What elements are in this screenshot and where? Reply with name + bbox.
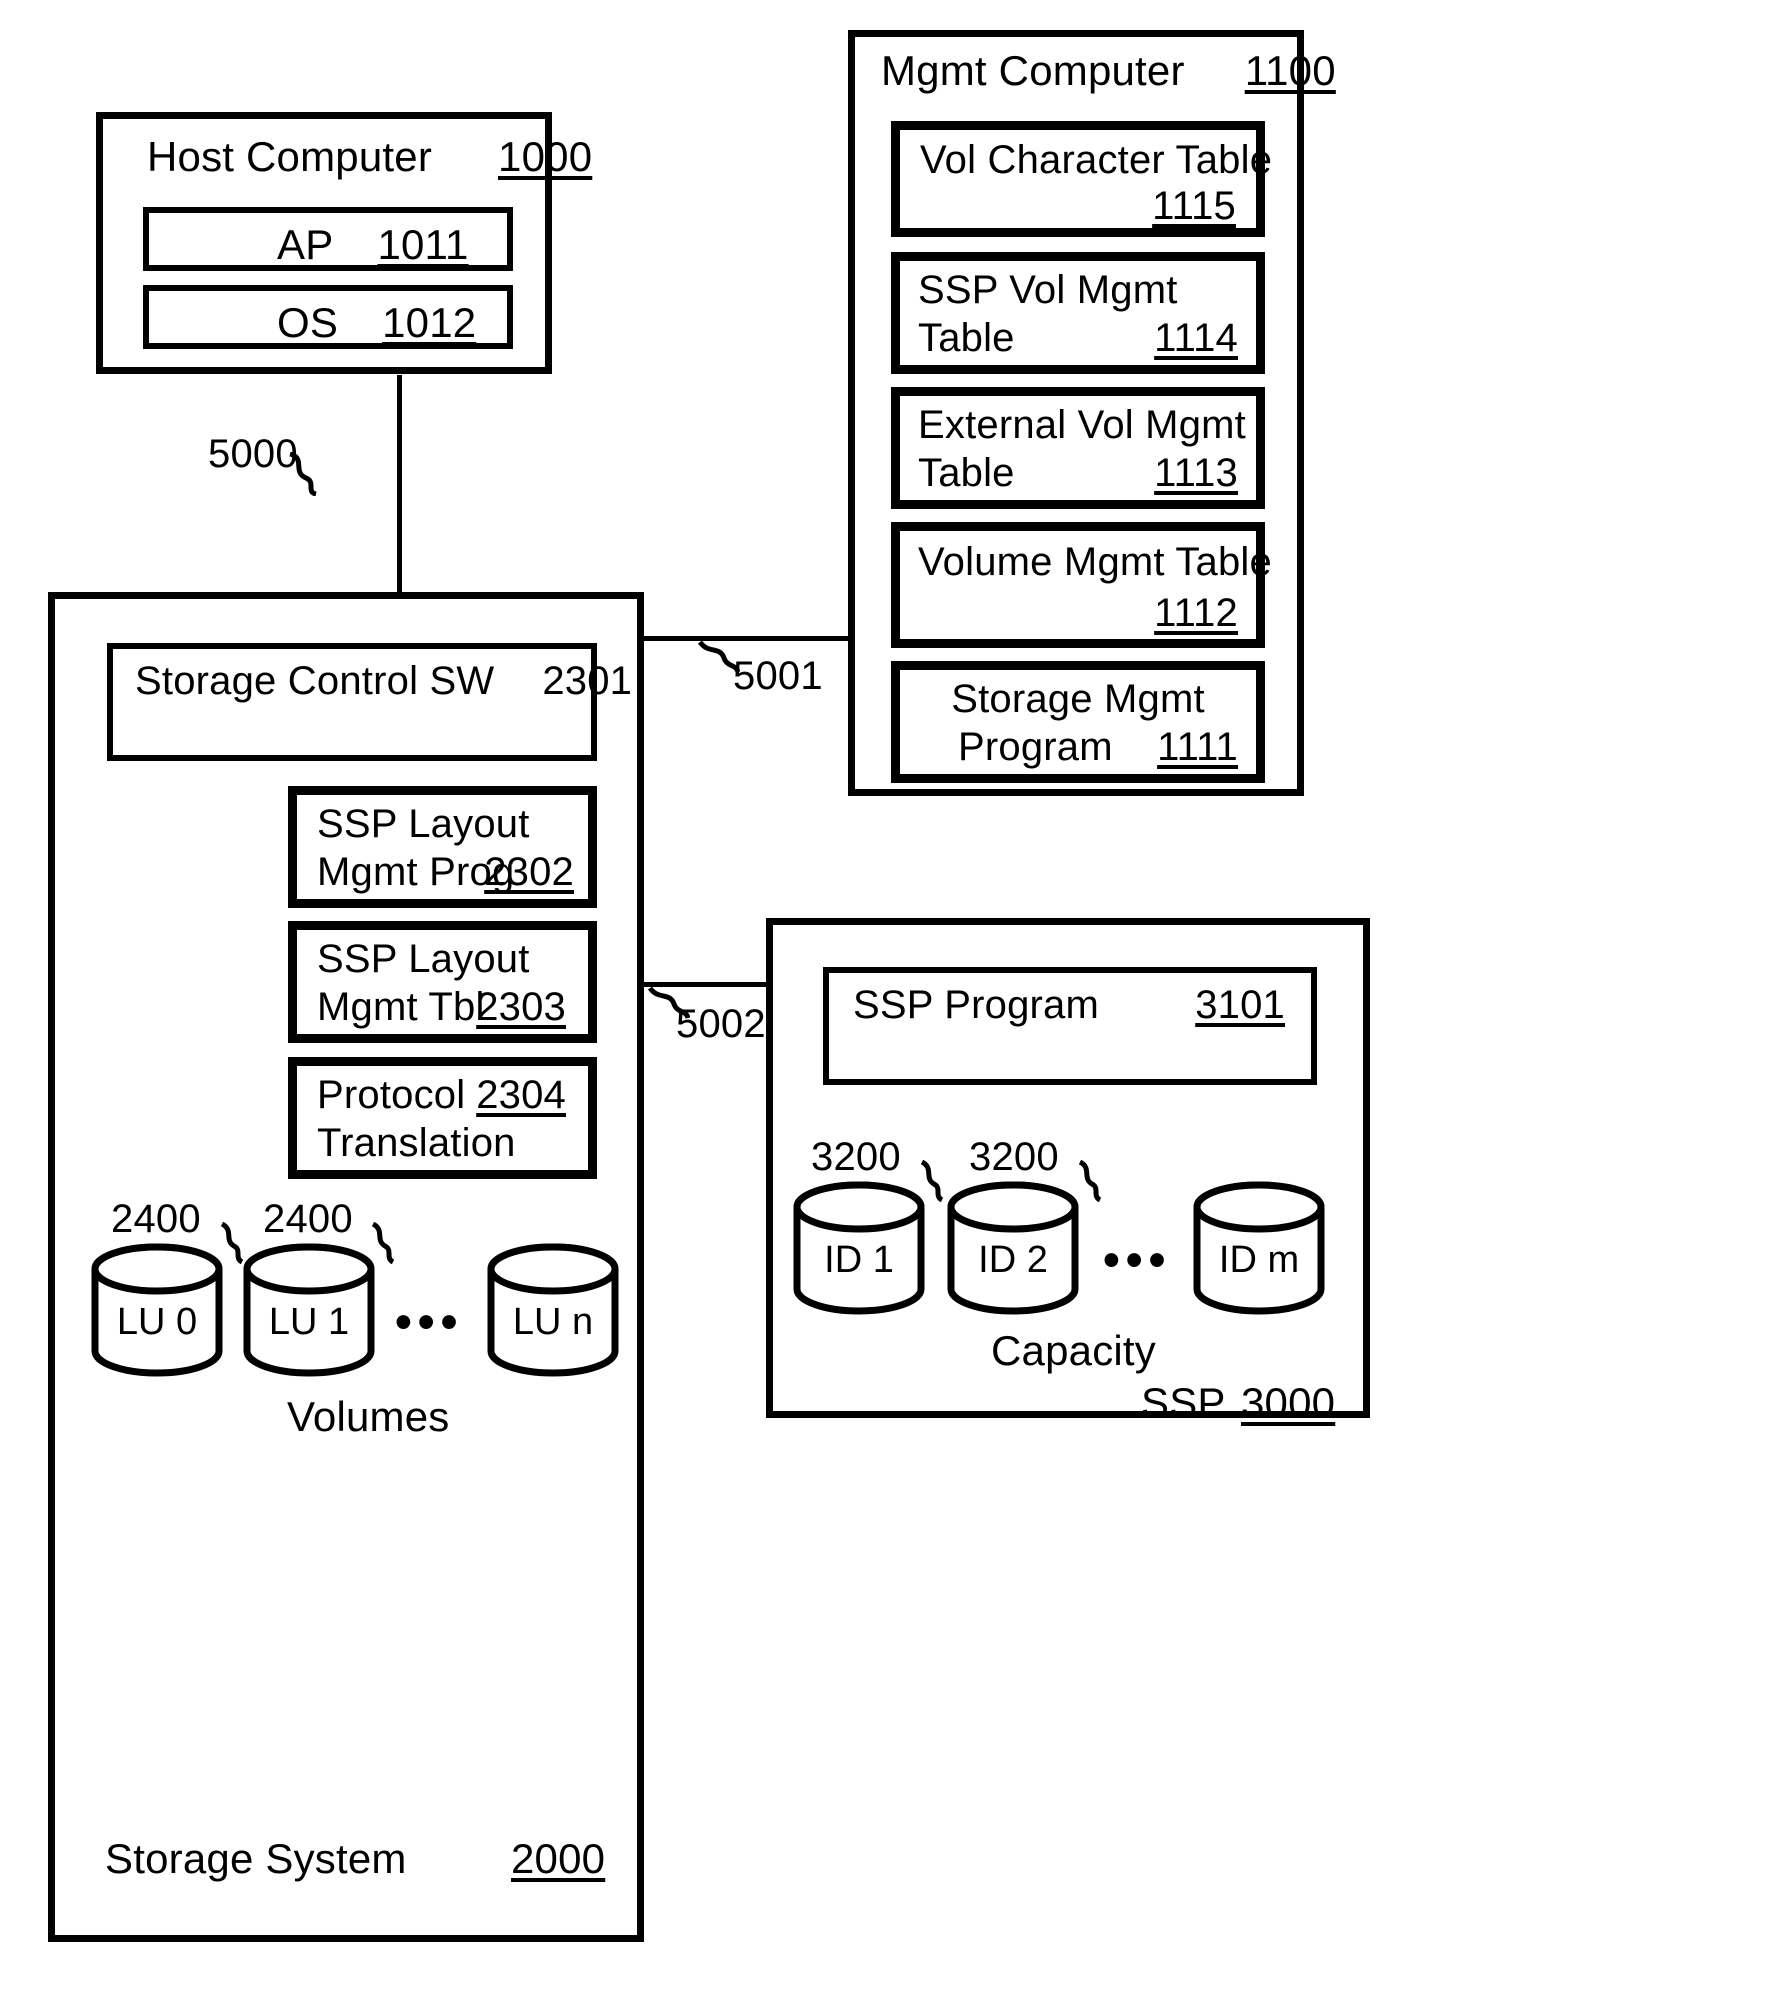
- protocol-translation-ref: 2304: [476, 1073, 566, 1117]
- connection-line-5000: [397, 375, 402, 597]
- disk-ref-label-id1: 3200: [811, 1135, 901, 1179]
- host-ap-box[interactable]: AP 1011: [143, 207, 513, 271]
- disk-cylinder-id1[interactable]: ID 1: [791, 1181, 927, 1315]
- volume-cylinder-label-lun: LU n: [512, 1301, 594, 1343]
- ssp-layout-mgmt-tbl-box[interactable]: SSP Layout Mgmt Tbl 2303: [288, 921, 597, 1043]
- host-os-label: OS: [277, 299, 339, 346]
- volume-mgmt-table-label: Volume Mgmt Table: [918, 540, 1272, 584]
- host-ap-label: AP: [277, 221, 334, 268]
- ssp-layout-mgmt-tbl-line2: Mgmt Tbl: [317, 985, 485, 1029]
- ssp-layout-mgmt-prog-line1: SSP Layout: [317, 802, 530, 846]
- vol-character-table-box[interactable]: Vol Character Table 1115: [891, 121, 1272, 237]
- ssp-vol-mgmt-table-line2: Table: [918, 316, 1015, 360]
- protocol-translation-line2: Translation: [317, 1121, 516, 1165]
- external-vol-mgmt-table-box[interactable]: External Vol Mgmt Table 1113: [891, 387, 1265, 509]
- host-computer-header: Host Computer 1000: [147, 131, 592, 182]
- vol-character-table-ref: 1115: [1152, 184, 1236, 228]
- volume-ref-label-lu1: 2400: [263, 1197, 353, 1241]
- mgmt-computer-ref: 1100: [1244, 47, 1336, 94]
- volume-cylinder-lu1[interactable]: LU 1: [241, 1243, 377, 1377]
- volume-ref-label-lu0: 2400: [111, 1197, 201, 1241]
- connection-label-5000: 5000: [208, 432, 298, 476]
- external-vol-mgmt-table-line1: External Vol Mgmt: [918, 403, 1246, 447]
- host-computer-title: Host Computer: [147, 133, 433, 180]
- mgmt-computer-box[interactable]: Mgmt Computer 1100 Vol Character Table 1…: [848, 30, 1336, 796]
- host-os-row: OS 1012: [277, 297, 476, 348]
- external-vol-mgmt-table-ref: 1113: [1154, 451, 1238, 495]
- ssp-layout-mgmt-prog-box[interactable]: SSP Layout Mgmt Prog 2302: [288, 786, 597, 908]
- ssp-ref: 3000: [1241, 1379, 1336, 1426]
- ssp-vol-mgmt-table-ref: 1114: [1154, 316, 1238, 360]
- ssp-vol-mgmt-table-line1: SSP Vol Mgmt: [918, 268, 1178, 312]
- protocol-translation-box[interactable]: Protocol Translation 2304: [288, 1057, 597, 1179]
- disk-cylinder-label-id1: ID 1: [824, 1239, 894, 1281]
- ssp-program-ref: 3101: [1195, 983, 1285, 1027]
- host-ap-row: AP 1011: [277, 219, 469, 270]
- host-os-box[interactable]: OS 1012: [143, 285, 513, 349]
- volume-ellipsis: •••: [395, 1296, 464, 1349]
- volumes-caption: Volumes: [287, 1393, 450, 1440]
- capacity-caption: Capacity: [991, 1327, 1157, 1374]
- volume-cylinder-lu0[interactable]: LU 0: [89, 1243, 225, 1377]
- disk-ref-squiggle-id2: [1078, 1160, 1102, 1202]
- ssp-program-label: SSP Program: [853, 983, 1100, 1027]
- ssp-layout-mgmt-tbl-line1: SSP Layout: [317, 937, 530, 981]
- mgmt-computer-title: Mgmt Computer: [881, 47, 1185, 94]
- disk-ref-label-id2: 3200: [969, 1135, 1059, 1179]
- storage-system-box[interactable]: Storage Control SW 2301 SSP Layout Mgmt …: [48, 592, 644, 1942]
- host-computer-box[interactable]: Host Computer 1000 AP 1011 OS 1012: [96, 112, 592, 374]
- connection-label-5002: 5002: [676, 1002, 766, 1046]
- storage-control-sw-row: Storage Control SW 2301: [135, 657, 632, 706]
- storage-mgmt-program-line1: Storage Mgmt: [951, 677, 1205, 721]
- diagram-canvas: 5000 5001 5002 Host Computer 1000 AP 101…: [0, 0, 1787, 1997]
- ssp-program-box[interactable]: SSP Program 3101: [823, 967, 1317, 1085]
- host-os-ref: 1012: [382, 299, 477, 346]
- storage-system-title: Storage System: [105, 1835, 407, 1882]
- storage-control-sw-ref: 2301: [542, 659, 633, 703]
- volume-cylinder-lun[interactable]: LU n: [485, 1243, 621, 1377]
- volume-mgmt-table-ref: 1112: [1154, 591, 1238, 635]
- ssp-layout-mgmt-prog-ref: 2302: [484, 850, 574, 894]
- disk-cylinder-label-idm: ID m: [1218, 1239, 1300, 1281]
- storage-control-sw-label: Storage Control SW: [135, 659, 495, 703]
- vol-character-table-label: Vol Character Table: [920, 138, 1273, 182]
- storage-mgmt-program-ref: 1111: [1157, 725, 1238, 769]
- disk-ellipsis: •••: [1103, 1234, 1172, 1287]
- volume-cylinder-label-lu1: LU 1: [268, 1301, 350, 1343]
- host-ap-ref: 1011: [377, 221, 469, 268]
- ssp-box[interactable]: SSP Program 3101 3200 3200 ID 1 ID 2 •••…: [766, 918, 1370, 1426]
- storage-mgmt-program-box[interactable]: Storage Mgmt Program 1111: [891, 661, 1265, 783]
- ssp-title: SSP: [1141, 1379, 1226, 1426]
- ssp-vol-mgmt-table-box[interactable]: SSP Vol Mgmt Table 1114: [891, 252, 1265, 374]
- volume-cylinder-label-lu0: LU 0: [116, 1301, 198, 1343]
- disk-cylinder-id2[interactable]: ID 2: [945, 1181, 1081, 1315]
- storage-mgmt-program-line2: Program: [958, 725, 1113, 769]
- connection-label-5001: 5001: [733, 654, 823, 698]
- volume-mgmt-table-box[interactable]: Volume Mgmt Table 1112: [891, 522, 1272, 648]
- storage-control-sw-box[interactable]: Storage Control SW 2301: [107, 643, 632, 761]
- protocol-translation-line1: Protocol: [317, 1073, 466, 1117]
- mgmt-computer-header: Mgmt Computer 1100: [881, 45, 1336, 96]
- external-vol-mgmt-table-line2: Table: [918, 451, 1015, 495]
- disk-cylinder-label-id2: ID 2: [978, 1239, 1048, 1281]
- disk-cylinder-idm[interactable]: ID m: [1191, 1181, 1327, 1315]
- ssp-layout-mgmt-tbl-ref: 2303: [476, 985, 566, 1029]
- host-computer-ref: 1000: [498, 133, 593, 180]
- storage-system-ref: 2000: [511, 1835, 606, 1882]
